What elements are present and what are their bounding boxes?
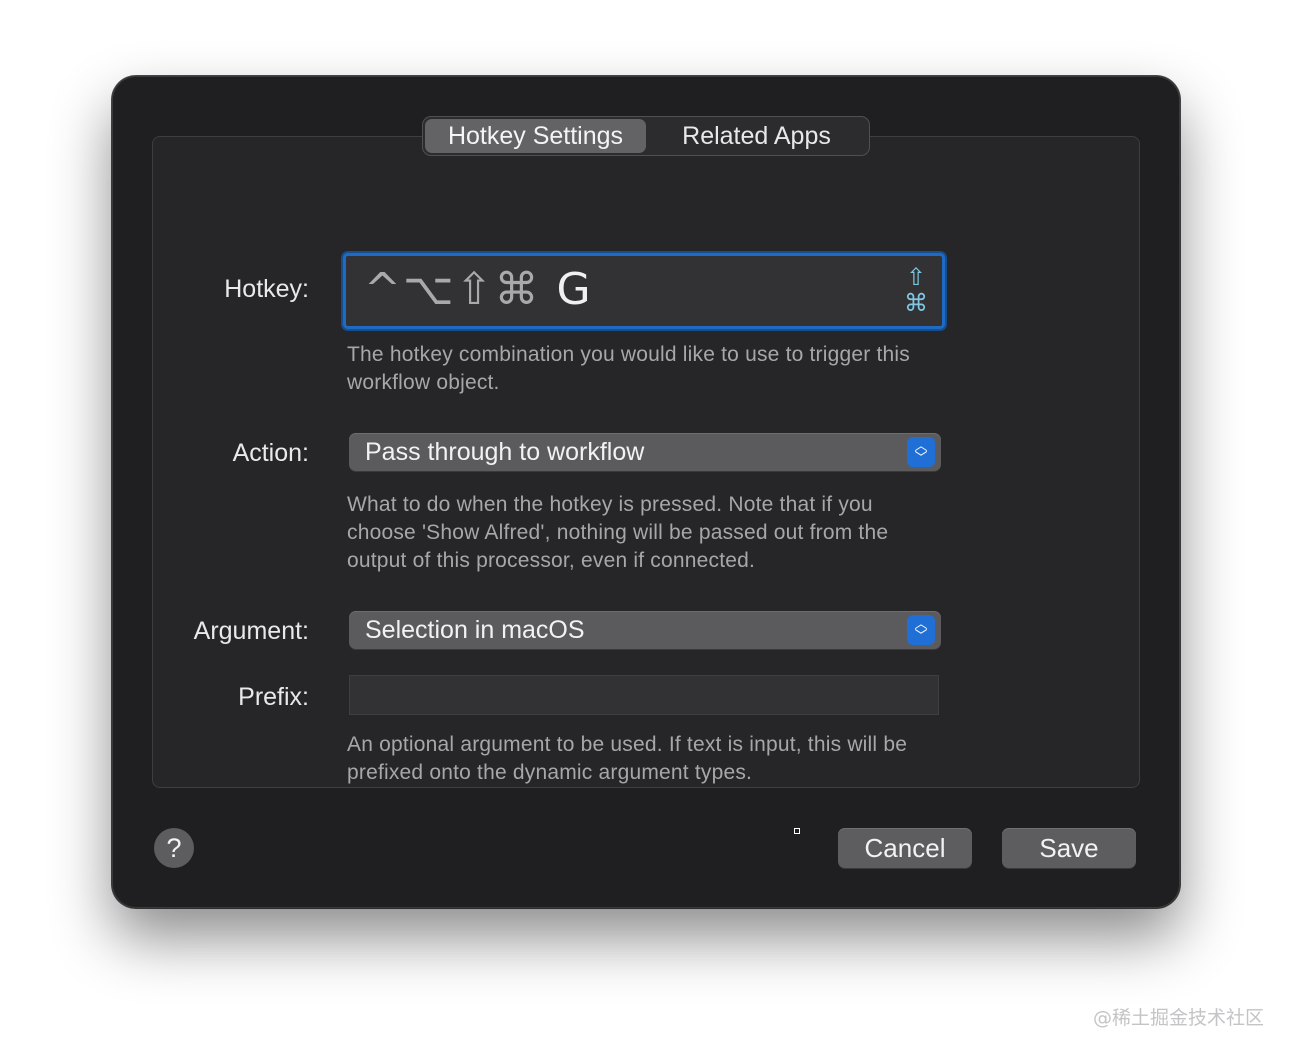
action-help-text: What to do when the hotkey is pressed. N… <box>347 493 889 572</box>
hotkey-modifiers: ^⌥⇧⌘ <box>364 264 541 315</box>
hotkey-key: G <box>556 264 593 315</box>
hotkey-label: Hotkey: <box>224 275 309 303</box>
prefix-input[interactable] <box>349 675 939 715</box>
prefix-label: Prefix: <box>238 683 309 711</box>
watermark-text: @稀土掘金技术社区 <box>1092 1007 1264 1029</box>
action-popup[interactable]: Pass through to workflow ︿ ﹀ <box>349 433 941 471</box>
updown-chevron-icon: ︿ ﹀ <box>907 437 935 467</box>
action-value: Pass through to workflow <box>365 438 645 466</box>
tab-related-apps[interactable]: Related Apps <box>646 119 867 153</box>
argument-label: Argument: <box>193 617 309 645</box>
action-label: Action: <box>232 439 309 467</box>
hotkey-settings-dialog: Hotkey: ^⌥⇧⌘ G ⇧ ⌘ The hotkey combinatio… <box>112 76 1180 908</box>
tab-bar: Hotkey Settings Related Apps <box>422 116 870 156</box>
hotkey-mode-toggle[interactable]: ⇧ ⌘ <box>902 264 930 316</box>
command-icon: ⌘ <box>904 289 928 317</box>
cursor-dot <box>794 828 800 834</box>
prefix-help-text: An optional argument to be used. If text… <box>347 733 908 784</box>
shift-icon: ⇧ <box>905 263 927 291</box>
cancel-button[interactable]: Cancel <box>838 828 972 868</box>
help-button[interactable]: ? <box>154 828 194 868</box>
argument-value: Selection in macOS <box>365 616 585 644</box>
hotkey-recorder-field[interactable]: ^⌥⇧⌘ G ⇧ ⌘ <box>343 253 945 329</box>
save-button[interactable]: Save <box>1002 828 1136 868</box>
updown-chevron-icon: ︿ ﹀ <box>907 615 935 645</box>
tab-hotkey-settings[interactable]: Hotkey Settings <box>425 119 646 153</box>
argument-popup[interactable]: Selection in macOS ︿ ﹀ <box>349 611 941 649</box>
hotkey-help-text: The hotkey combination you would like to… <box>347 343 910 394</box>
hotkey-combination: ^⌥⇧⌘ G <box>364 264 593 315</box>
settings-group-box: Hotkey: ^⌥⇧⌘ G ⇧ ⌘ The hotkey combinatio… <box>152 136 1140 788</box>
